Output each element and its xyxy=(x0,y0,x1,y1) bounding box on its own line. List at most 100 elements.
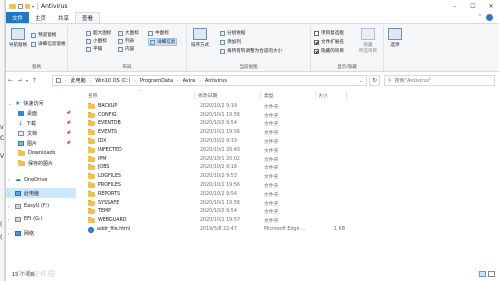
table-row[interactable]: EVENTS 2020/10/1 19:56 文件夹 xyxy=(84,128,494,137)
file-name-cell[interactable]: TEMP xyxy=(88,208,111,215)
hide-selected-button[interactable]: 隐藏 所选项目 xyxy=(359,28,377,54)
layout-small-icons[interactable]: 小图标 xyxy=(86,38,107,44)
group-by-button[interactable]: 分组依据 xyxy=(220,30,245,36)
pin-icon[interactable]: 📌 xyxy=(66,130,71,135)
column-header-type[interactable]: 类型 xyxy=(264,90,274,100)
properties-icon[interactable] xyxy=(18,3,23,9)
nav-item-documents[interactable]: 文档 xyxy=(18,130,37,137)
large-icons-view-icon[interactable] xyxy=(488,271,495,277)
customize-toolbar-icon[interactable]: ▾ xyxy=(32,4,34,9)
chevron-right-icon[interactable]: › xyxy=(8,231,12,236)
chevron-right-icon[interactable]: › xyxy=(8,177,12,182)
breadcrumb-antivirus[interactable]: Antivirus xyxy=(205,78,227,84)
column-divider[interactable] xyxy=(346,91,347,99)
address-bar[interactable]: › 此电脑 › Win10 OS (C:) › ProgramData › Av… xyxy=(52,75,367,86)
nav-item-downloads[interactable]: ↓ 下载 xyxy=(18,120,36,127)
breadcrumb-avira[interactable]: Avira xyxy=(183,78,196,84)
nav-item-downloads-folder[interactable]: Downloads xyxy=(18,149,55,156)
chevron-right-icon[interactable]: › xyxy=(90,78,92,83)
breadcrumb-programdata[interactable]: ProgramData xyxy=(140,78,173,84)
layout-list[interactable]: 列表 xyxy=(118,38,134,44)
sort-by-button[interactable]: 排序方式 xyxy=(191,28,209,48)
tab-file[interactable]: 文件 xyxy=(6,12,30,23)
forward-arrow-icon[interactable]: → xyxy=(15,77,24,84)
file-name-cell[interactable]: BACKUP xyxy=(88,102,117,109)
layout-medium-icons[interactable]: 中图标 xyxy=(148,30,169,36)
layout-tiles[interactable]: 平铺 xyxy=(86,46,102,52)
column-header-size[interactable]: 大小 xyxy=(318,90,328,100)
nav-onedrive[interactable]: › ☁ OneDrive xyxy=(8,176,48,183)
pin-icon[interactable]: 📌 xyxy=(66,110,71,115)
chevron-down-icon[interactable]: ⌄ xyxy=(8,101,12,106)
table-row[interactable]: PROFILES 2020/10/1 19:56 文件夹 xyxy=(84,181,494,190)
item-checkboxes-toggle[interactable]: 项目复选框 xyxy=(314,30,344,36)
column-divider[interactable] xyxy=(315,91,316,99)
back-arrow-icon[interactable]: ← xyxy=(6,77,15,84)
file-name-cell[interactable]: PROFILES xyxy=(88,182,121,189)
file-name-cell[interactable]: EVENTS xyxy=(88,129,117,136)
add-columns-button[interactable]: 添加列 xyxy=(220,39,241,45)
file-name-cell[interactable]: addr_file.html xyxy=(88,226,130,233)
navigation-pane-button[interactable]: 导航窗格 xyxy=(9,28,27,48)
table-row[interactable]: REPORTS 2020/10/2 9:54 文件夹 xyxy=(84,190,494,199)
preview-pane-button[interactable]: 预览窗格 xyxy=(31,32,56,38)
file-name-cell[interactable]: WEBGUARD xyxy=(88,217,127,224)
details-pane-button[interactable]: 详细信息窗格 xyxy=(31,41,66,47)
nav-item-saved-pictures[interactable]: 保存的图片 xyxy=(18,160,53,167)
item-checkboxes-checkbox[interactable] xyxy=(314,30,319,36)
new-folder-icon[interactable] xyxy=(25,3,30,9)
file-name-cell[interactable]: EVENTDB xyxy=(88,120,121,127)
nav-drive-efi[interactable]: › EFI (G:) xyxy=(8,216,43,222)
file-name-cell[interactable]: CONFIG xyxy=(88,111,117,118)
file-name-cell[interactable]: SYSSAFE xyxy=(88,199,119,206)
hidden-items-toggle[interactable]: 隐藏的项目 xyxy=(314,48,344,54)
table-row[interactable]: BACKUP 2020/10/2 9:19 文件夹 xyxy=(84,102,494,111)
table-row[interactable]: EVENTDB 2020/10/2 9:54 文件夹 xyxy=(84,120,494,129)
refresh-button[interactable]: ↻ xyxy=(369,75,380,86)
nav-quick-access[interactable]: ⌄ ★ 快速访问 xyxy=(8,100,43,107)
table-row[interactable]: TEMP 2020/10/2 9:54 文件夹 xyxy=(84,208,494,217)
chevron-right-icon[interactable]: › xyxy=(8,204,12,209)
nav-drive-easyu[interactable]: › EasyU (F:) xyxy=(8,203,49,209)
table-row[interactable]: LOGFILES 2020/10/2 9:53 文件夹 xyxy=(84,172,494,181)
table-row[interactable]: addr_file.html 2019/5/8 22:47 Microsoft Ed… xyxy=(84,225,494,234)
up-arrow-icon[interactable]: ↑ xyxy=(30,77,39,84)
ribbon-collapse-icon[interactable]: ⌃ xyxy=(478,14,482,20)
table-row[interactable]: CONFIG 2020/10/1 19:56 文件夹 xyxy=(84,111,494,120)
details-view-icon[interactable] xyxy=(479,271,486,277)
file-name-cell[interactable]: REPORTS xyxy=(88,190,120,197)
chevron-right-icon[interactable]: › xyxy=(8,191,12,196)
column-divider[interactable] xyxy=(194,91,195,99)
chevron-right-icon[interactable]: › xyxy=(8,217,12,222)
maximize-button[interactable]: ☐ xyxy=(464,0,482,12)
chevron-right-icon[interactable]: › xyxy=(177,78,179,83)
tab-view[interactable]: 查看 xyxy=(75,12,101,23)
table-row[interactable]: IPM 2020/10/1 20:02 文件夹 xyxy=(84,155,494,164)
file-name-cell[interactable]: JOBS xyxy=(88,164,109,171)
nav-item-desktop[interactable]: 桌面 xyxy=(18,110,37,117)
layout-large-icons[interactable]: 大图标 xyxy=(118,30,139,36)
layout-details[interactable]: 详细信息 xyxy=(148,38,178,46)
file-name-cell[interactable]: IDX xyxy=(88,138,106,145)
file-extensions-checkbox[interactable] xyxy=(314,39,319,45)
chevron-right-icon[interactable]: › xyxy=(65,78,67,83)
tab-home[interactable]: 主页 xyxy=(29,12,52,23)
column-header-date[interactable]: 修改日期 xyxy=(198,90,217,100)
pin-icon[interactable]: 📌 xyxy=(66,140,71,145)
search-input[interactable]: ⚲ 搜索"Antivirus" xyxy=(384,75,495,86)
nav-this-pc[interactable]: › 此电脑 xyxy=(6,188,76,198)
chevron-right-icon[interactable]: › xyxy=(199,78,201,83)
breadcrumb-this-pc[interactable]: 此电脑 xyxy=(71,77,86,84)
layout-extra-large-icons[interactable]: 超大图标 xyxy=(86,30,111,36)
help-icon[interactable] xyxy=(486,14,493,21)
file-name-cell[interactable]: LOGFILES xyxy=(88,173,121,180)
options-button[interactable]: 选项 xyxy=(388,28,402,48)
file-name-cell[interactable]: INFECTED xyxy=(88,146,122,153)
table-row[interactable]: IDX 2020/10/2 9:19 文件夹 xyxy=(84,137,494,146)
hidden-items-checkbox[interactable] xyxy=(314,48,319,54)
table-row[interactable]: WEBGUARD 2020/10/1 19:57 文件夹 xyxy=(84,216,494,225)
breadcrumb-drive[interactable]: Win10 OS (C:) xyxy=(95,78,130,84)
chevron-right-icon[interactable]: › xyxy=(134,78,136,83)
column-divider[interactable] xyxy=(260,91,261,99)
chevron-down-icon[interactable]: ⌄ xyxy=(359,78,363,84)
